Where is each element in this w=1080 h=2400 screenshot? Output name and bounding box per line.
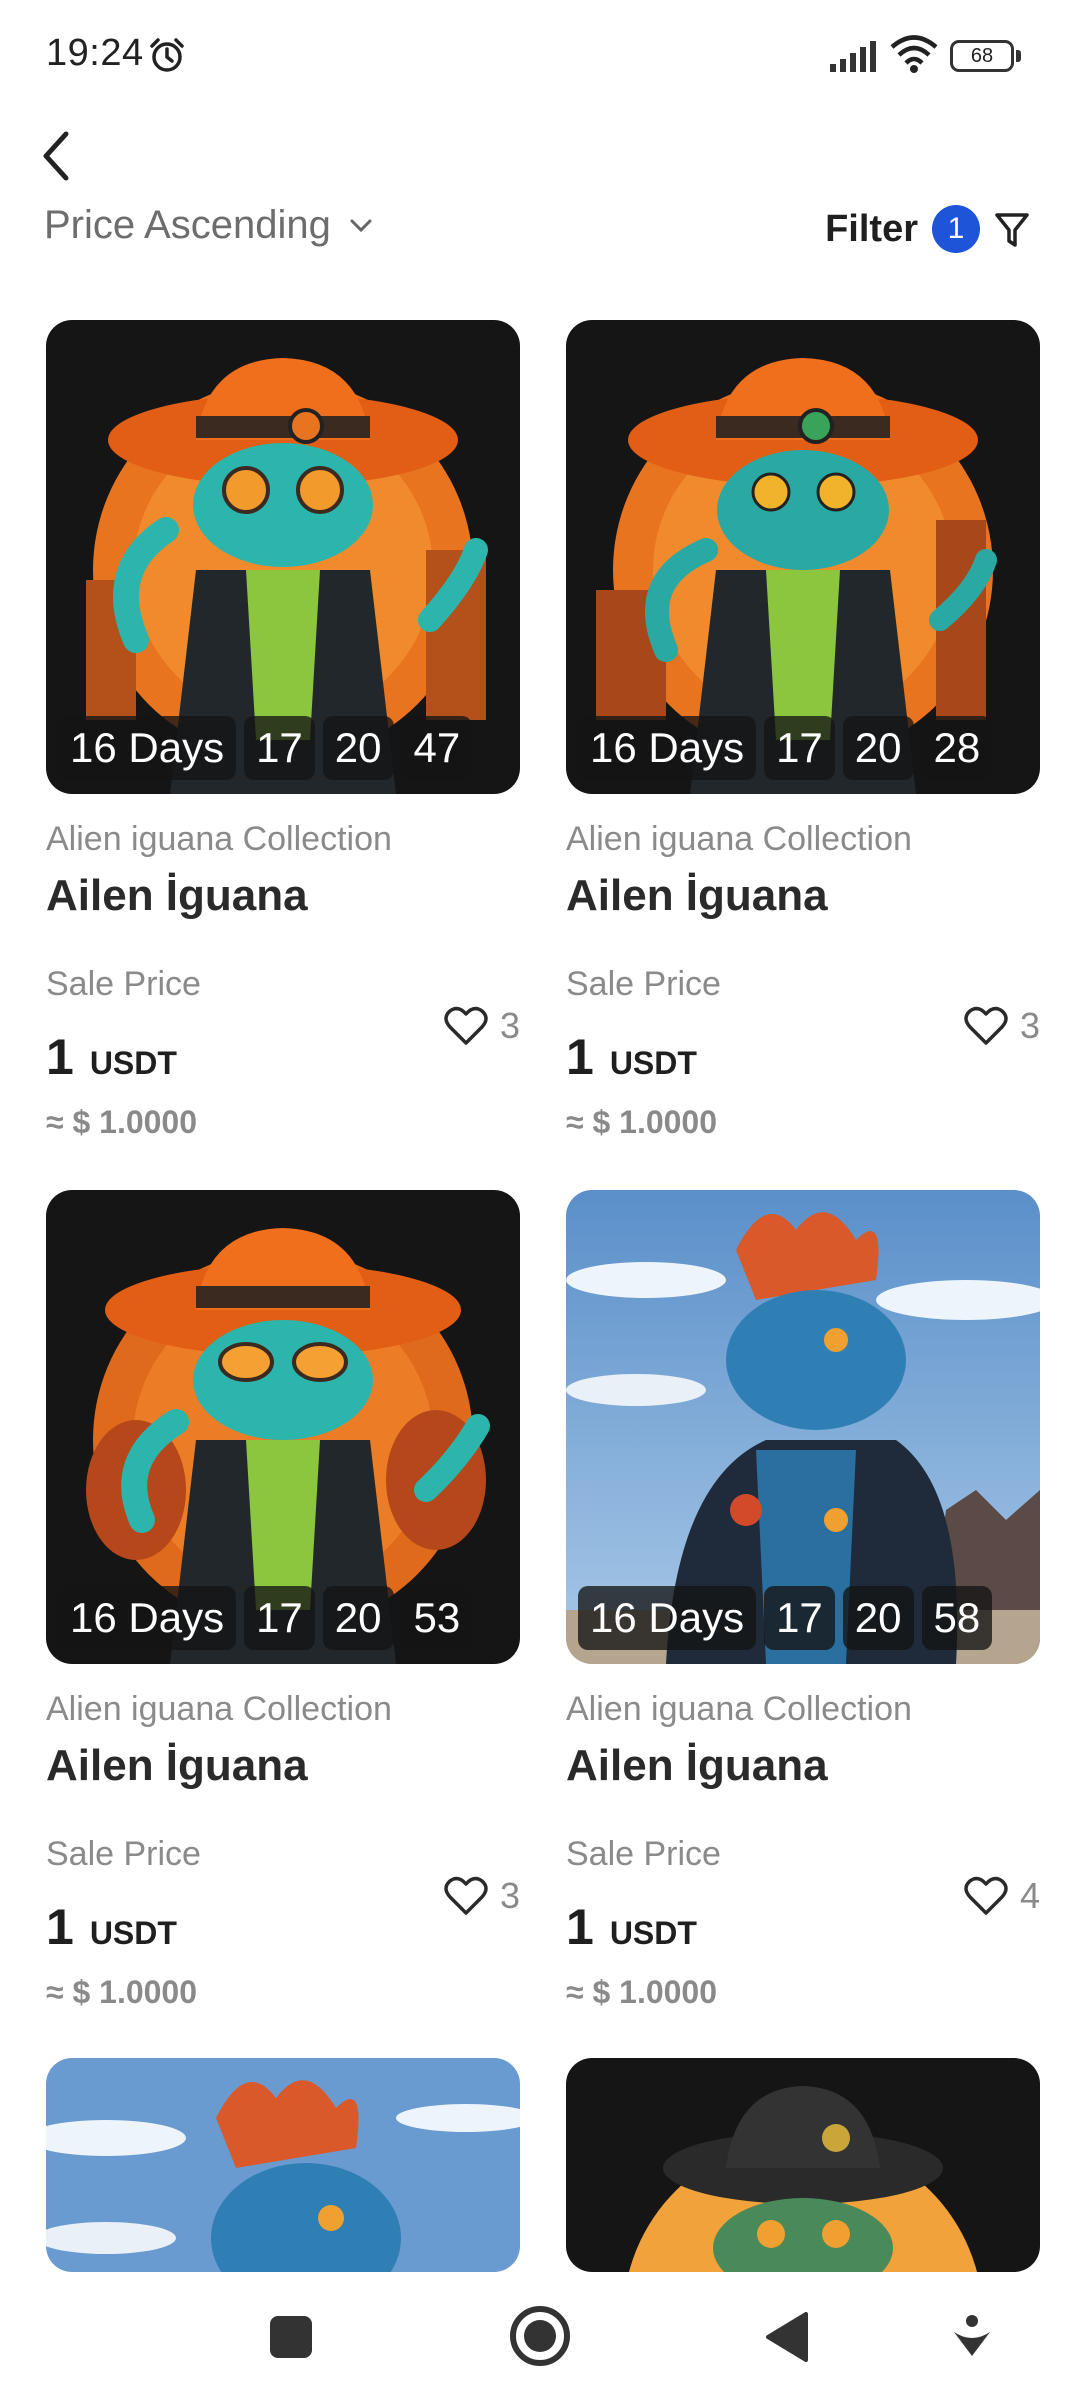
countdown-timer: 16 Days 17 20 28 (578, 716, 1000, 780)
recents-button[interactable] (268, 2314, 314, 2360)
price-approx: ≈ $ 1.0000 (566, 1974, 718, 2010)
countdown-seconds: 58 (921, 1586, 993, 1650)
countdown-days: 16 Days (578, 716, 757, 780)
countdown-timer: 16 Days 17 20 58 (578, 1586, 1000, 1650)
nft-card[interactable] (566, 2058, 1040, 2272)
collection-name: Alien iguana Collection (566, 820, 912, 858)
heart-icon (444, 1876, 488, 1915)
status-time: 19:24 (46, 32, 144, 74)
sort-dropdown[interactable]: Price Ascending (44, 205, 373, 248)
sale-price-label: Sale Price (566, 965, 721, 1003)
back-button[interactable] (36, 128, 76, 184)
price-currency: USDT (89, 1045, 177, 1081)
nft-image[interactable]: 16 Days 17 20 58 (566, 1190, 1040, 1664)
countdown-hours: 17 (764, 1586, 835, 1650)
heart-icon (964, 1006, 1008, 1045)
home-button[interactable] (508, 2304, 572, 2368)
signal-icon (830, 41, 876, 72)
heart-icon (964, 1876, 1008, 1915)
battery-level: 68 (970, 45, 994, 67)
price-value: 1 (46, 1029, 74, 1085)
like-count: 3 (499, 1005, 520, 1046)
countdown-minutes: 20 (322, 716, 394, 780)
collection-name: Alien iguana Collection (46, 1690, 392, 1728)
price-value: 1 (566, 1899, 594, 1955)
assistant-button[interactable] (952, 2314, 992, 2358)
like-button[interactable]: 3 (444, 1875, 520, 1917)
nft-meta: Alien iguana Collection Ailen İguana Sal… (566, 820, 1040, 1141)
countdown-hours: 17 (244, 1586, 315, 1650)
countdown-minutes: 20 (322, 1586, 394, 1650)
nft-image[interactable]: 16 Days 17 20 53 (46, 1190, 520, 1664)
back-nav-button[interactable] (762, 2310, 810, 2364)
battery-icon: 68 (950, 40, 1022, 72)
price-approx: ≈ $ 1.0000 (46, 1104, 198, 1140)
nft-name: Ailen İguana (566, 871, 828, 920)
like-button[interactable]: 3 (444, 1005, 520, 1047)
price-currency: USDT (609, 1915, 697, 1951)
countdown-timer: 16 Days 17 20 47 (58, 716, 480, 780)
iguana-cowboy-artwork (566, 2058, 1040, 2272)
nft-image[interactable] (46, 2058, 520, 2272)
like-button[interactable]: 3 (964, 1005, 1040, 1047)
filter-label: Filter (825, 207, 918, 250)
nft-meta: Alien iguana Collection Ailen İguana Sal… (566, 1690, 1040, 2011)
countdown-minutes: 20 (842, 716, 914, 780)
countdown-days: 16 Days (58, 716, 237, 780)
price-approx: ≈ $ 1.0000 (46, 1974, 198, 2010)
system-nav-bar (0, 2272, 1080, 2400)
like-button[interactable]: 4 (964, 1875, 1040, 1917)
nft-name: Ailen İguana (566, 1741, 828, 1790)
like-count: 4 (1019, 1875, 1040, 1916)
countdown-minutes: 20 (842, 1586, 914, 1650)
nft-image[interactable]: 16 Days 17 20 47 (46, 320, 520, 794)
countdown-hours: 17 (244, 716, 315, 780)
sort-label: Price Ascending (44, 205, 331, 247)
alarm-icon (150, 38, 184, 72)
sort-filter-row: Price Ascending Filter 1 (0, 205, 1080, 265)
nft-image[interactable]: 16 Days 17 20 28 (566, 320, 1040, 794)
sale-price-label: Sale Price (566, 1835, 721, 1873)
countdown-hours: 17 (764, 716, 835, 780)
nft-name: Ailen İguana (46, 871, 308, 920)
price-currency: USDT (89, 1915, 177, 1951)
wifi-icon (890, 35, 938, 73)
price-value: 1 (46, 1899, 74, 1955)
filter-count-badge: 1 (932, 205, 980, 253)
collection-name: Alien iguana Collection (566, 1690, 912, 1728)
nft-name: Ailen İguana (46, 1741, 308, 1790)
countdown-days: 16 Days (58, 1586, 237, 1650)
countdown-seconds: 28 (921, 716, 993, 780)
chevron-down-icon (350, 219, 372, 232)
sale-price-label: Sale Price (46, 1835, 201, 1873)
sale-price-label: Sale Price (46, 965, 201, 1003)
price-value: 1 (566, 1029, 594, 1085)
like-count: 3 (499, 1875, 520, 1916)
countdown-seconds: 47 (401, 716, 473, 780)
price-currency: USDT (609, 1045, 697, 1081)
nft-meta: Alien iguana Collection Ailen İguana Sal… (46, 820, 520, 1141)
iguana-desert-artwork (46, 2058, 520, 2272)
countdown-seconds: 53 (401, 1586, 473, 1650)
nft-image[interactable] (566, 2058, 1040, 2272)
nft-card[interactable] (46, 2058, 520, 2272)
status-bar: 19:24 68 (0, 0, 1080, 110)
funnel-icon (995, 213, 1029, 247)
price-approx: ≈ $ 1.0000 (566, 1104, 718, 1140)
collection-name: Alien iguana Collection (46, 820, 392, 858)
countdown-timer: 16 Days 17 20 53 (58, 1586, 480, 1650)
countdown-days: 16 Days (578, 1586, 757, 1650)
nft-meta: Alien iguana Collection Ailen İguana Sal… (46, 1690, 520, 2011)
heart-icon (444, 1006, 488, 1045)
filter-button[interactable]: Filter 1 (825, 205, 1030, 253)
like-count: 3 (1019, 1005, 1040, 1046)
